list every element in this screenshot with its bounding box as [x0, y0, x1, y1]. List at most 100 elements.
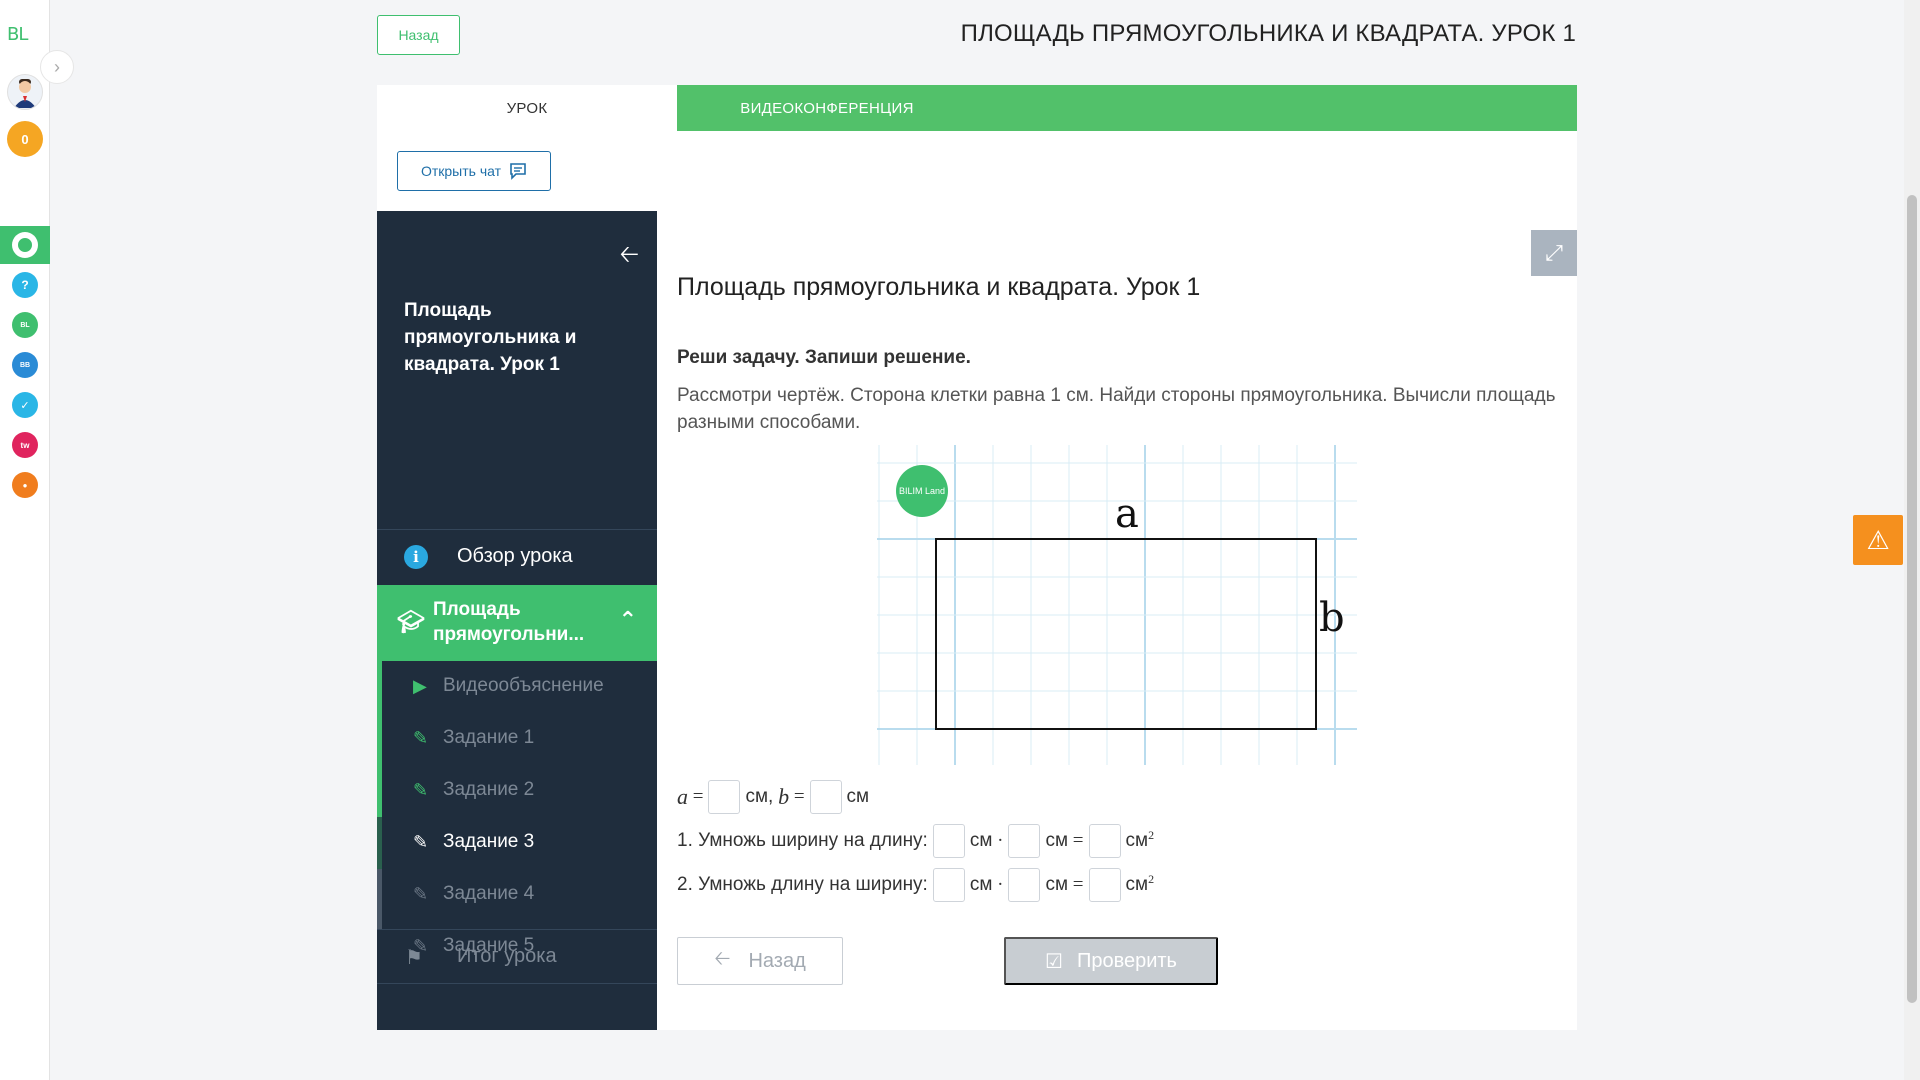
chevron-up-icon: ⌃ — [618, 607, 637, 632]
bilim-online-icon[interactable] — [12, 232, 38, 258]
superscript: 2 — [1148, 871, 1155, 886]
equation-label: 2. Умножь длину на ширину: — [677, 874, 928, 895]
sidebar-item-task-1[interactable]: ✎ Задание 1 — [377, 713, 657, 765]
unit-label: см — [969, 830, 993, 851]
open-chat-button[interactable]: Открыть чат — [397, 151, 551, 191]
unit-label: см — [1125, 874, 1149, 895]
unit-label: см — [846, 786, 870, 807]
unit-label: см — [969, 874, 993, 895]
page-scrollbar[interactable] — [1904, 0, 1920, 1080]
equals-sign: = — [1072, 874, 1084, 895]
bilim-book-icon[interactable]: BB — [12, 352, 38, 378]
sidebar-section-current[interactable]: 🎓︎ Площадь прямоугольни... ⌃ — [377, 585, 657, 661]
sidebar-item-label: Задание 4 — [443, 883, 535, 904]
page-title: ПЛОЩАДЬ ПРЯМОУГОЛЬНИКА И КВАДРАТА. УРОК … — [960, 20, 1576, 47]
check-button-label: Проверить — [1076, 949, 1177, 972]
report-problem-button[interactable]: ⚠ — [1853, 515, 1903, 565]
lesson-sidebar: 🡠 Площадь прямоугольника и квадрата. Уро… — [377, 211, 657, 1030]
twig-icon[interactable]: tw — [12, 432, 38, 458]
eq1-width-input[interactable] — [932, 824, 965, 858]
edit-icon: ✎ — [413, 832, 429, 852]
sidebar-item-label: Итог урока — [457, 945, 557, 967]
sides-equation: a = см, b = см — [677, 780, 869, 814]
multiply-sign: · — [997, 874, 1004, 895]
flag-icon: ⚑ — [405, 947, 423, 969]
eq2-length-input[interactable] — [932, 868, 965, 902]
sidebar-item-task-2[interactable]: ✎ Задание 2 — [377, 765, 657, 817]
sidebar-item-task-4[interactable]: ✎ Задание 4 — [377, 869, 657, 921]
sidebar-item-video[interactable]: ▶ Видеообъяснение — [377, 661, 657, 713]
sidebar-item-overview[interactable]: i Обзор урока — [377, 531, 657, 583]
eq2-area-input[interactable] — [1088, 868, 1121, 902]
back-button-label: Назад — [748, 949, 806, 972]
sidebar-item-label: Задание 1 — [443, 727, 535, 748]
chat-icon — [510, 163, 526, 180]
bilim-land-icon[interactable]: BL — [12, 312, 38, 338]
equals-sign: = — [692, 786, 704, 807]
expand-icon: ⤢ — [1545, 240, 1563, 265]
collapse-sidebar-arrow-icon[interactable]: 🡠 — [620, 237, 639, 278]
sidebar-item-summary[interactable]: ⚑ Итог урока — [377, 931, 657, 983]
coins-badge[interactable]: 0 — [7, 121, 43, 157]
task-heading: Реши задачу. Запиши решение. — [677, 347, 971, 368]
task-text: Рассмотри чертёж. Сторона клетки равна 1… — [677, 385, 1556, 433]
eq2-width-input[interactable] — [1008, 868, 1041, 902]
eq1-length-input[interactable] — [1008, 824, 1041, 858]
sidebar-item-label: Видеообъяснение — [443, 675, 604, 696]
bilim-land-badge: BILIM Land — [896, 465, 948, 517]
lesson-title: Площадь прямоугольника и квадрата. Урок … — [677, 273, 1201, 301]
unit-label: см, — [745, 786, 774, 807]
side-b-label: b — [1319, 595, 1345, 641]
sidebar-item-label: Задание 2 — [443, 779, 535, 800]
play-icon: ▶ — [413, 676, 427, 696]
multiply-sign: · — [997, 830, 1004, 851]
unit-label: см — [1125, 830, 1149, 851]
info-icon: i — [404, 545, 428, 569]
equation-1: 1. Умножь ширину на длину: см · см = см 2 — [677, 824, 1154, 858]
check-button[interactable]: ☑ Проверить — [1004, 937, 1218, 985]
back-button[interactable]: 🡠 Назад — [677, 937, 843, 985]
answer-a-input[interactable] — [708, 780, 741, 814]
answer-b-input[interactable] — [809, 780, 842, 814]
smart-icon[interactable]: ● — [12, 472, 38, 498]
tab-lesson[interactable]: УРОК — [377, 85, 677, 131]
grid-figure: BILIM Land a b — [877, 445, 1357, 765]
var-b: b — [778, 784, 790, 809]
fullscreen-button[interactable]: ⤢ — [1531, 230, 1577, 276]
checkbox-icon: ☑ — [1045, 950, 1063, 973]
warning-icon: ⚠ — [1866, 524, 1890, 555]
course-title: Площадь прямоугольника и квадрата. Урок … — [404, 300, 577, 375]
side-a-label: a — [1115, 491, 1139, 537]
open-chat-label: Открыть чат — [420, 163, 502, 179]
equals-sign: = — [793, 786, 805, 807]
edit-icon: ✎ — [413, 780, 429, 800]
lesson-card: УРОК ВИДЕОКОНФЕРЕНЦИЯ Открыть чат 🡠 Площ… — [377, 85, 1577, 1030]
help-icon[interactable]: ? — [12, 272, 38, 298]
app-logo[interactable]: BL — [7, 24, 28, 45]
left-rail: BL 0 ? BL BB ✓ tw ● — [0, 0, 50, 1080]
divider — [377, 529, 657, 530]
equation-label: 1. Умножь ширину на длину: — [677, 830, 928, 851]
unit-label: см — [1045, 830, 1069, 851]
var-a: a — [677, 784, 688, 809]
scrollbar-thumb[interactable] — [1907, 195, 1917, 1003]
sidebar-item-label: Обзор урока — [457, 545, 573, 567]
avatar[interactable] — [7, 74, 43, 110]
sidebar-section-label: Площадь прямоугольни... — [433, 599, 585, 645]
tasks-icon[interactable]: ✓ — [12, 392, 38, 418]
equation-2: 2. Умножь длину на ширину: см · см = см 2 — [677, 868, 1154, 902]
expand-rail-button[interactable]: › — [40, 50, 74, 84]
divider — [377, 929, 657, 930]
equals-sign: = — [1072, 830, 1084, 851]
sidebar-item-label: Задание 3 — [443, 831, 535, 852]
eq1-area-input[interactable] — [1088, 824, 1121, 858]
unit-label: см — [1045, 874, 1069, 895]
tab-videoconference[interactable]: ВИДЕОКОНФЕРЕНЦИЯ — [677, 85, 977, 131]
sidebar-item-task-3[interactable]: ✎ Задание 3 — [377, 817, 657, 869]
user-avatar-icon — [14, 79, 36, 108]
graduation-cap-icon: 🎓︎ — [397, 609, 425, 634]
superscript: 2 — [1148, 827, 1155, 842]
arrow-left-icon: 🡠 — [714, 948, 731, 970]
tab-bar: УРОК ВИДЕОКОНФЕРЕНЦИЯ — [377, 85, 1577, 131]
header-back-button[interactable]: Назад — [377, 15, 460, 55]
